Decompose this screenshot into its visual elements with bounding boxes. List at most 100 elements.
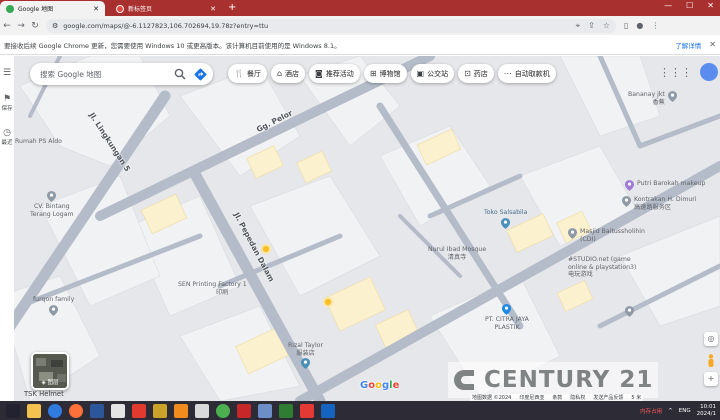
app-icon-2[interactable] [195, 403, 209, 418]
place-name: (CDI) [580, 235, 596, 243]
minimize-icon[interactable]: — [664, 1, 672, 10]
place-name: Kontrakan H. Dimuri [634, 196, 697, 203]
chip-restaurants[interactable]: 🍴 餐厅 [228, 64, 267, 83]
chip-atms[interactable]: ⋯ 自动取款机 [497, 64, 556, 83]
recent-button[interactable]: ◷ 最近 [0, 128, 14, 146]
learn-more-link[interactable]: 了解详情 [675, 40, 701, 50]
maps-search-box[interactable]: 搜索 Google 地图 [30, 63, 213, 85]
language-indicator[interactable]: ENG [679, 408, 691, 414]
tab-new-tab[interactable]: 新标签页 ✕ [110, 1, 222, 16]
chrome-icon[interactable] [216, 403, 230, 418]
street-view-pegman-icon[interactable] [707, 354, 715, 368]
pharmacy-icon: ⊡ [464, 69, 471, 78]
scale-bar[interactable]: 5 米 [631, 394, 641, 401]
place-marker-rumah-ps[interactable]: Rumah PS Aldo [15, 138, 62, 146]
share-icon[interactable]: ⇪ [588, 21, 595, 31]
attribution-country[interactable]: 印度尼西亚 [519, 394, 544, 401]
bookmark-star-icon[interactable]: ☆ [603, 21, 610, 31]
place-marker-bananay[interactable]: Bananay jkt 香蕉 [628, 91, 677, 106]
word-icon[interactable] [90, 403, 104, 418]
memory-status[interactable]: 内存占用 [640, 407, 662, 415]
privacy-link[interactable]: 隐私权 [570, 394, 585, 401]
camera-icon: ◙ [315, 69, 323, 78]
maximize-icon[interactable]: ☐ [686, 1, 693, 10]
directions-icon[interactable] [194, 68, 207, 81]
layers-button[interactable]: ◈ 图层 [31, 352, 69, 390]
place-name: online & playstation3) [568, 263, 637, 271]
bookmark-icon: ⚑ [2, 94, 12, 104]
vlc-icon[interactable] [174, 403, 188, 418]
chip-label: 博物馆 [379, 69, 401, 78]
address-bar[interactable]: ⚙ google.com/maps/@-6.1127823,106.702694… [46, 18, 616, 33]
close-tab-icon[interactable]: ✕ [210, 5, 216, 13]
file-explorer-icon[interactable] [27, 403, 41, 418]
my-location-button[interactable]: ◎ [704, 332, 718, 346]
place-name: Putri Barokah makeup [637, 180, 706, 187]
place-pin-icon [622, 196, 631, 207]
century21-logo-icon [454, 370, 474, 390]
menu-button[interactable]: ☰ [0, 68, 14, 78]
place-marker-rizal-taylor[interactable]: Rizal Taylor 服装店 [288, 342, 323, 369]
edge-icon[interactable] [48, 403, 62, 418]
tray-arrow-icon[interactable]: ^ [668, 408, 673, 414]
map-attribution: 地图数据 ©2024 印度尼西亚 条款 隐私权 发送产品反馈 5 米 [470, 394, 644, 401]
chip-museums[interactable]: ⊞ 博物馆 [363, 64, 407, 83]
system-tray: 内存占用 ^ ENG 10:01 2024/1 [640, 402, 716, 420]
google-apps-icon[interactable]: ⋮⋮⋮ [659, 66, 692, 79]
profile-icon[interactable]: ● [636, 21, 643, 30]
site-info-icon[interactable]: ⚙ [52, 22, 58, 30]
app-icon-4[interactable] [279, 403, 293, 418]
account-avatar[interactable] [700, 63, 718, 81]
selected-location-marker[interactable] [261, 244, 271, 254]
place-marker-studio-net-pin[interactable] [625, 306, 634, 317]
place-marker-masjid-baitussholihin[interactable]: Masjid Baitussholihin (CDI) [568, 228, 645, 243]
place-marker-tsk-helmet[interactable]: TSK Helmet [24, 390, 64, 399]
forward-icon[interactable]: → [14, 21, 28, 31]
place-marker-furqon-family[interactable]: furqon family [33, 296, 74, 316]
place-marker-sen-printing[interactable]: SEN Printing Factory 1 印刷 [178, 281, 247, 296]
place-marker-toko-salsabila[interactable]: Toko Salsabila [484, 209, 527, 229]
infobar-close-icon[interactable]: ✕ [709, 40, 716, 49]
back-icon[interactable]: ← [0, 21, 14, 31]
clock[interactable]: 10:01 2024/1 [697, 404, 716, 418]
place-marker-cv-bintang[interactable]: CV. Bintang Terang Logam [30, 191, 74, 218]
place-marker-studio-net[interactable]: #STUDIO.net (game online & playstation3) 电… [568, 256, 636, 279]
zoom-in-button[interactable]: + [704, 372, 718, 386]
place-pin-icon [568, 228, 577, 239]
pdf-icon[interactable] [132, 403, 146, 418]
chip-transit[interactable]: ▣ 公交站 [410, 64, 455, 83]
wps-icon[interactable] [237, 403, 251, 418]
firefox-icon[interactable] [69, 403, 83, 418]
place-marker-nurul-ibad[interactable]: Nurul Ibad Mosque 清真寺 [428, 246, 486, 261]
place-marker-kontrakan[interactable]: Kontrakan H. Dimuri 高速路服务区 [622, 196, 697, 211]
tab-google-maps[interactable]: Google 地图 ✕ [0, 1, 105, 16]
start-icon[interactable] [6, 403, 20, 418]
new-tab-button[interactable]: + [228, 2, 236, 14]
app-icon-5[interactable] [300, 403, 314, 418]
place-marker-citra-jaya[interactable]: PT. CITRA JAYA PLASTIK [485, 304, 529, 331]
chip-hotels[interactable]: ⌂ 酒店 [270, 64, 306, 83]
chip-things-to-do[interactable]: ◙ 推荐活动 [309, 64, 360, 83]
side-panel-icon[interactable]: ▯ [624, 21, 628, 30]
saved-button[interactable]: ⚑ 保存 [0, 94, 14, 112]
close-window-icon[interactable]: ✕ [707, 1, 714, 10]
saved-label: 保存 [1, 106, 13, 112]
chip-pharmacies[interactable]: ⊡ 药店 [458, 64, 494, 83]
terms-link[interactable]: 条款 [552, 394, 562, 401]
selected-location-marker[interactable] [323, 297, 333, 307]
app-icon-3[interactable] [258, 403, 272, 418]
chrome-menu-icon[interactable]: ⋮ [651, 21, 659, 30]
maps-side-rail: ☰ ⚑ 保存 ◷ 最近 [0, 56, 14, 401]
location-icon[interactable]: ⌖ [576, 21, 581, 31]
search-input[interactable]: 搜索 Google 地图 [40, 69, 174, 80]
reload-icon[interactable]: ↻ [28, 21, 42, 31]
map-canvas[interactable]: Jl. Lingkungan 5 Gg. Pelor Jl. Pepedan D… [0, 56, 720, 401]
close-tab-icon[interactable]: ✕ [93, 5, 99, 13]
search-icon[interactable] [174, 68, 186, 80]
app-icon[interactable] [111, 403, 125, 418]
feedback-link[interactable]: 发送产品反馈 [593, 394, 623, 401]
place-pin-icon [625, 306, 634, 317]
app-icon-6[interactable] [321, 403, 335, 418]
place-marker-putri-barokah[interactable]: Putri Barokah makeup [625, 180, 705, 191]
paint-icon[interactable] [153, 403, 167, 418]
